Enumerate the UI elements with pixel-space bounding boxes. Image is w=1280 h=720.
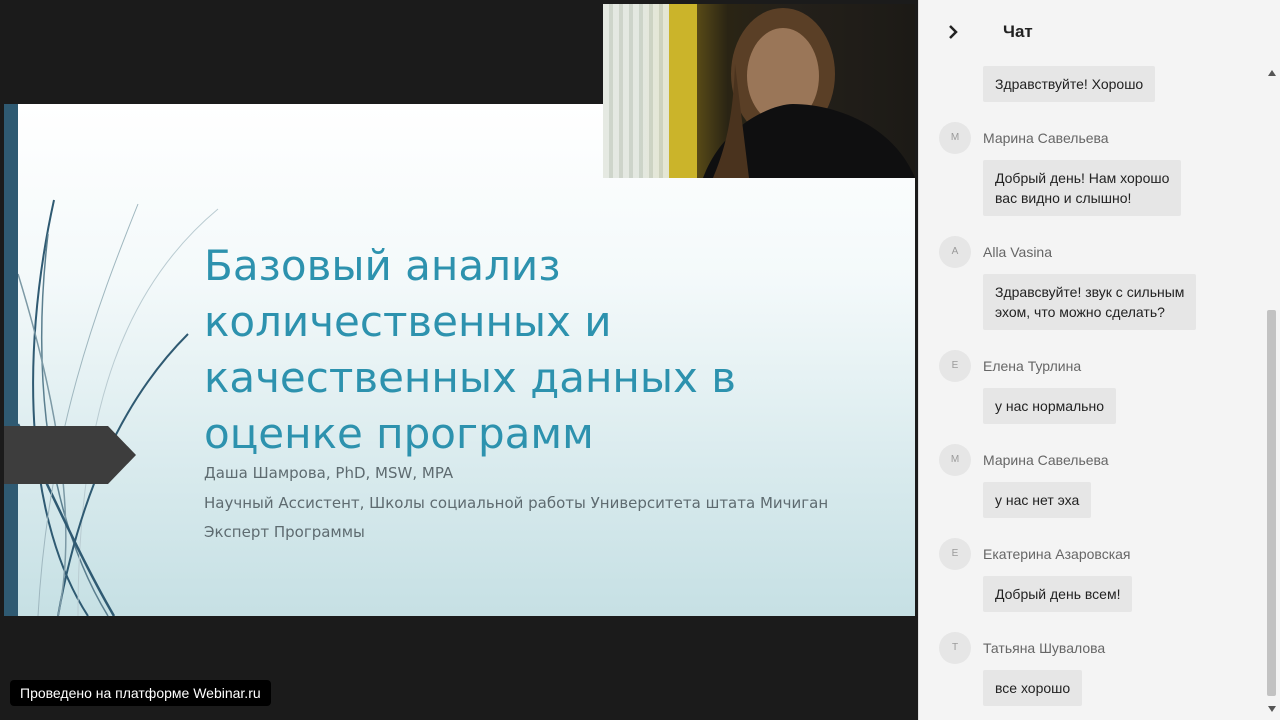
slide-arrow-shape <box>4 426 136 484</box>
chat-header: Чат <box>919 0 1280 64</box>
message-author: Alla Vasina <box>983 244 1053 260</box>
message-bubble: все хорошо <box>983 670 1083 706</box>
message-line: Добрый день всем! <box>995 586 1121 602</box>
message-line: у нас нет эха <box>995 492 1080 508</box>
presenter-silhouette <box>703 8 915 178</box>
slide-position: Научный Ассистент, Школы социальной рабо… <box>204 494 829 512</box>
presenter-webcam <box>603 4 915 178</box>
presentation-stage: Базовый анализ количественных и качестве… <box>0 0 918 720</box>
message-author: Елена Турлина <box>983 358 1082 374</box>
avatar: Е <box>939 538 971 570</box>
chat-messages[interactable]: Здравствуйте! Хорошо М Марина Савельева До… <box>919 64 1265 720</box>
chat-panel: Чат Здравствуйте! Хорошо М Марина Савелье… <box>918 0 1280 720</box>
message-bubble: Добрый день всем! <box>983 576 1133 612</box>
avatar: A <box>939 236 971 268</box>
message-line: у нас нормально <box>995 398 1104 414</box>
message-bubble: Здравствуйте! Хорошо <box>983 66 1156 102</box>
message-line: эхом, что можно сделать? <box>995 304 1165 320</box>
message-bubble: Здравсвуйте! звук с сильным эхом, что мож… <box>983 274 1197 330</box>
message-line: все хорошо <box>995 680 1071 696</box>
message-author: Марина Савельева <box>983 130 1109 146</box>
chat-title: Чат <box>1003 22 1033 41</box>
message-line: Здравсвуйте! звук с сильным <box>995 284 1185 300</box>
message-line: вас видно и слышно! <box>995 190 1132 206</box>
message-line: Добрый день! Нам хорошо <box>995 170 1170 186</box>
chat-scrollbar[interactable] <box>1265 64 1279 720</box>
message-author: Марина Савельева <box>983 452 1109 468</box>
message-bubble: Добрый день! Нам хорошо вас видно и слышн… <box>983 160 1182 216</box>
avatar: М <box>939 444 971 476</box>
avatar: М <box>939 122 971 154</box>
message-bubble: у нас нормально <box>983 388 1116 424</box>
chevron-right-icon[interactable] <box>941 20 965 44</box>
scroll-up-icon[interactable] <box>1267 68 1277 78</box>
slide-author: Даша Шамрова, PhD, MSW, MPA <box>204 464 454 482</box>
message-author: Татьяна Шувалова <box>983 640 1106 656</box>
message-bubble: у нас нет эха <box>983 482 1092 518</box>
scrollbar-thumb[interactable] <box>1267 310 1276 696</box>
slide-title: Базовый анализ количественных и качестве… <box>204 241 737 458</box>
avatar: Т <box>939 632 971 664</box>
presentation-slide: Базовый анализ количественных и качестве… <box>4 104 915 616</box>
slide-role: Эксперт Программы <box>204 523 365 541</box>
scroll-down-icon[interactable] <box>1267 704 1277 714</box>
platform-badge: Проведено на платформе Webinar.ru <box>10 680 271 706</box>
message-author: Екатерина Азаровская <box>983 546 1131 562</box>
slide-accent-bar <box>4 104 18 616</box>
avatar: Е <box>939 350 971 382</box>
